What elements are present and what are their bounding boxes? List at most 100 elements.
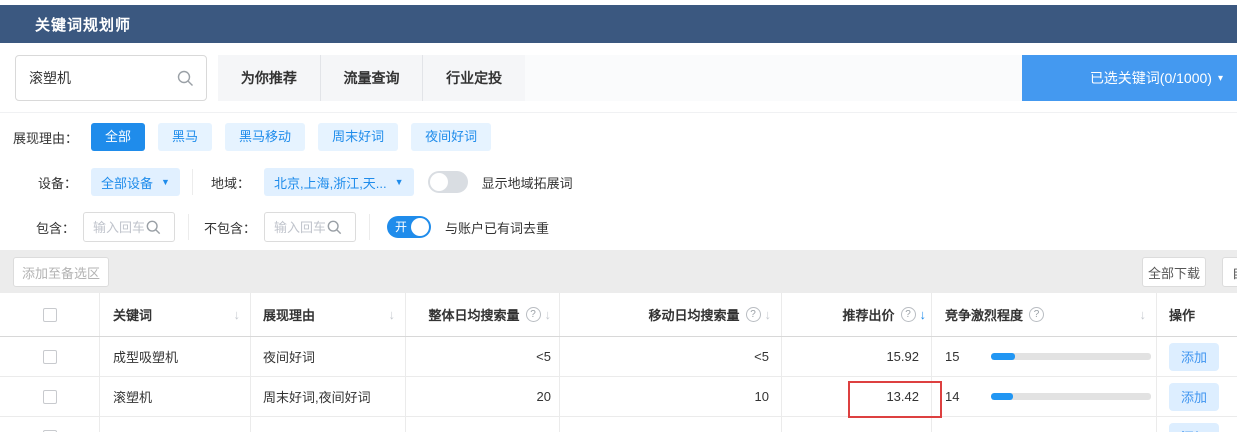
reason-cell: 周末好词,夜间好词	[251, 377, 406, 416]
search-input[interactable]	[16, 70, 177, 86]
mobile-volume-cell: <5	[560, 337, 782, 376]
include-exclude-row: 包含： 不包含： 开 与账户已有词去重	[0, 212, 1237, 242]
include-input-box[interactable]	[83, 212, 175, 242]
sort-down-icon[interactable]: ↓	[545, 307, 552, 322]
overall-volume-cell	[406, 417, 560, 432]
help-icon[interactable]: ?	[746, 307, 761, 322]
mobile-volume-cell	[560, 417, 782, 432]
search-icon	[146, 220, 161, 235]
chevron-down-icon: ▾	[1218, 73, 1223, 84]
dedupe-label: 与账户已有词去重	[445, 218, 549, 237]
region-expand-toggle[interactable]	[428, 171, 468, 193]
selected-keywords-button[interactable]: 已选关键词(0/1000) ▾	[1022, 55, 1237, 101]
tab-recommended[interactable]: 为你推荐	[218, 55, 320, 101]
reason-cell: 夜间好词	[251, 337, 406, 376]
help-icon[interactable]: ?	[1029, 307, 1044, 322]
header-recommended-bid[interactable]: 推荐出价? ↓	[782, 293, 932, 336]
column-label: 操作	[1169, 305, 1195, 324]
competition-cell: 15	[932, 337, 1157, 376]
device-label: 设备：	[38, 173, 77, 192]
exclude-input[interactable]	[265, 220, 325, 235]
device-region-row: 设备： 全部设备 ▼ 地域： 北京,上海,浙江,天... ▼ 显示地域拓展词	[0, 167, 1237, 197]
help-icon[interactable]: ?	[526, 307, 541, 322]
device-dropdown[interactable]: 全部设备 ▼	[91, 168, 180, 196]
column-label: 展现理由	[263, 305, 315, 324]
reason-pill-1[interactable]: 黑马	[158, 123, 212, 151]
sort-down-icon-active[interactable]: ↓	[920, 307, 927, 322]
header-actions: 操作	[1157, 293, 1237, 336]
table-body: 成型吸塑机夜间好词<5<515.9215添加滚塑机周末好词,夜间好词201013…	[0, 337, 1237, 432]
region-label: 地域：	[211, 173, 250, 192]
keyword-search-box[interactable]	[15, 55, 207, 101]
include-input[interactable]	[84, 220, 144, 235]
reason-pill-0[interactable]: 全部	[91, 123, 145, 151]
competition-cell: 14	[932, 377, 1157, 416]
keyword-cell: 滚塑机	[100, 377, 251, 416]
sort-down-icon[interactable]: ↓	[234, 307, 241, 322]
header-checkbox-cell	[0, 293, 100, 336]
select-all-checkbox[interactable]	[43, 308, 57, 322]
column-label: 推荐出价	[842, 305, 894, 324]
page-title: 关键词规划师	[35, 14, 131, 35]
table-toolbar: 添加至备选区 全部下载 自定义列	[0, 250, 1237, 293]
exclude-label: 不包含：	[204, 218, 256, 237]
add-keyword-button[interactable]: 添加	[1169, 383, 1219, 411]
filter-section: 展现理由： 全部黑马黑马移动周末好词夜间好词 设备： 全部设备 ▼ 地域： 北京…	[0, 112, 1237, 250]
custom-columns-button[interactable]: 自定义列	[1222, 257, 1237, 287]
header-reason[interactable]: 展现理由 ↓	[251, 293, 406, 336]
sort-down-icon[interactable]: ↓	[1140, 307, 1147, 322]
column-label: 移动日均搜索量	[648, 305, 739, 324]
header-keyword[interactable]: 关键词↓	[100, 293, 251, 336]
tab-bar-filler	[525, 55, 1022, 101]
reason-pill-3[interactable]: 周末好词	[318, 123, 398, 151]
tab-traffic-query[interactable]: 流量查询	[320, 55, 423, 101]
reason-pill-4[interactable]: 夜间好词	[411, 123, 491, 151]
region-dropdown[interactable]: 北京,上海,浙江,天... ▼	[264, 168, 414, 196]
toggle-on-label: 开	[395, 220, 407, 234]
mobile-volume-cell: 10	[560, 377, 782, 416]
row-checkbox[interactable]	[43, 350, 57, 364]
header-competition[interactable]: 竞争激烈程度?↓	[932, 293, 1157, 336]
dedupe-toggle[interactable]: 开	[387, 216, 431, 238]
reason-pill-group: 全部黑马黑马移动周末好词夜间好词	[91, 123, 491, 151]
action-cell: 添加	[1157, 337, 1237, 376]
competition-bar	[991, 393, 1151, 400]
table-row: 添加	[0, 417, 1237, 432]
action-cell: 添加	[1157, 417, 1237, 432]
divider	[188, 214, 189, 240]
header-overall-volume[interactable]: 整体日均搜索量?↓	[406, 293, 560, 336]
add-keyword-button[interactable]: 添加	[1169, 423, 1219, 432]
tab-bar: 为你推荐 流量查询 行业定投	[218, 55, 525, 101]
competition-bar	[991, 353, 1151, 360]
bid-cell	[782, 417, 932, 432]
reason-label: 展现理由：	[13, 128, 78, 147]
action-cell: 添加	[1157, 377, 1237, 416]
reason-pill-2[interactable]: 黑马移动	[225, 123, 305, 151]
search-icon	[327, 220, 342, 235]
competition-cell	[932, 417, 1157, 432]
app-top-bar: 关键词规划师	[0, 5, 1237, 43]
results-table: 关键词↓ 展现理由↓ 整体日均搜索量?↓ 移动日均搜索量?↓ 推荐出价?↓ 竞争…	[0, 293, 1237, 432]
keyword-cell: 成型吸塑机	[100, 337, 251, 376]
sort-down-icon[interactable]: ↓	[389, 307, 396, 322]
row-checkbox[interactable]	[43, 390, 57, 404]
overall-volume-cell: <5	[406, 337, 560, 376]
bid-cell: 13.42	[782, 377, 932, 416]
header-mobile-volume[interactable]: 移动日均搜索量? ↓	[560, 293, 782, 336]
overall-volume-cell: 20	[406, 377, 560, 416]
reason-cell	[251, 417, 406, 432]
download-all-button[interactable]: 全部下载	[1142, 257, 1206, 287]
tab-industry-targeting[interactable]: 行业定投	[422, 55, 525, 101]
search-icon	[177, 70, 194, 87]
sort-down-icon[interactable]: ↓	[765, 307, 772, 322]
bid-cell: 15.92	[782, 337, 932, 376]
region-expand-label: 显示地域拓展词	[482, 173, 573, 192]
add-to-candidates-button[interactable]: 添加至备选区	[13, 257, 109, 287]
exclude-input-box[interactable]	[264, 212, 356, 242]
help-icon[interactable]: ?	[901, 307, 916, 322]
add-keyword-button[interactable]: 添加	[1169, 343, 1219, 371]
device-value: 全部设备	[101, 173, 153, 192]
divider	[192, 169, 193, 195]
table-row: 成型吸塑机夜间好词<5<515.9215添加	[0, 337, 1237, 377]
row-checkbox-cell	[0, 377, 100, 416]
